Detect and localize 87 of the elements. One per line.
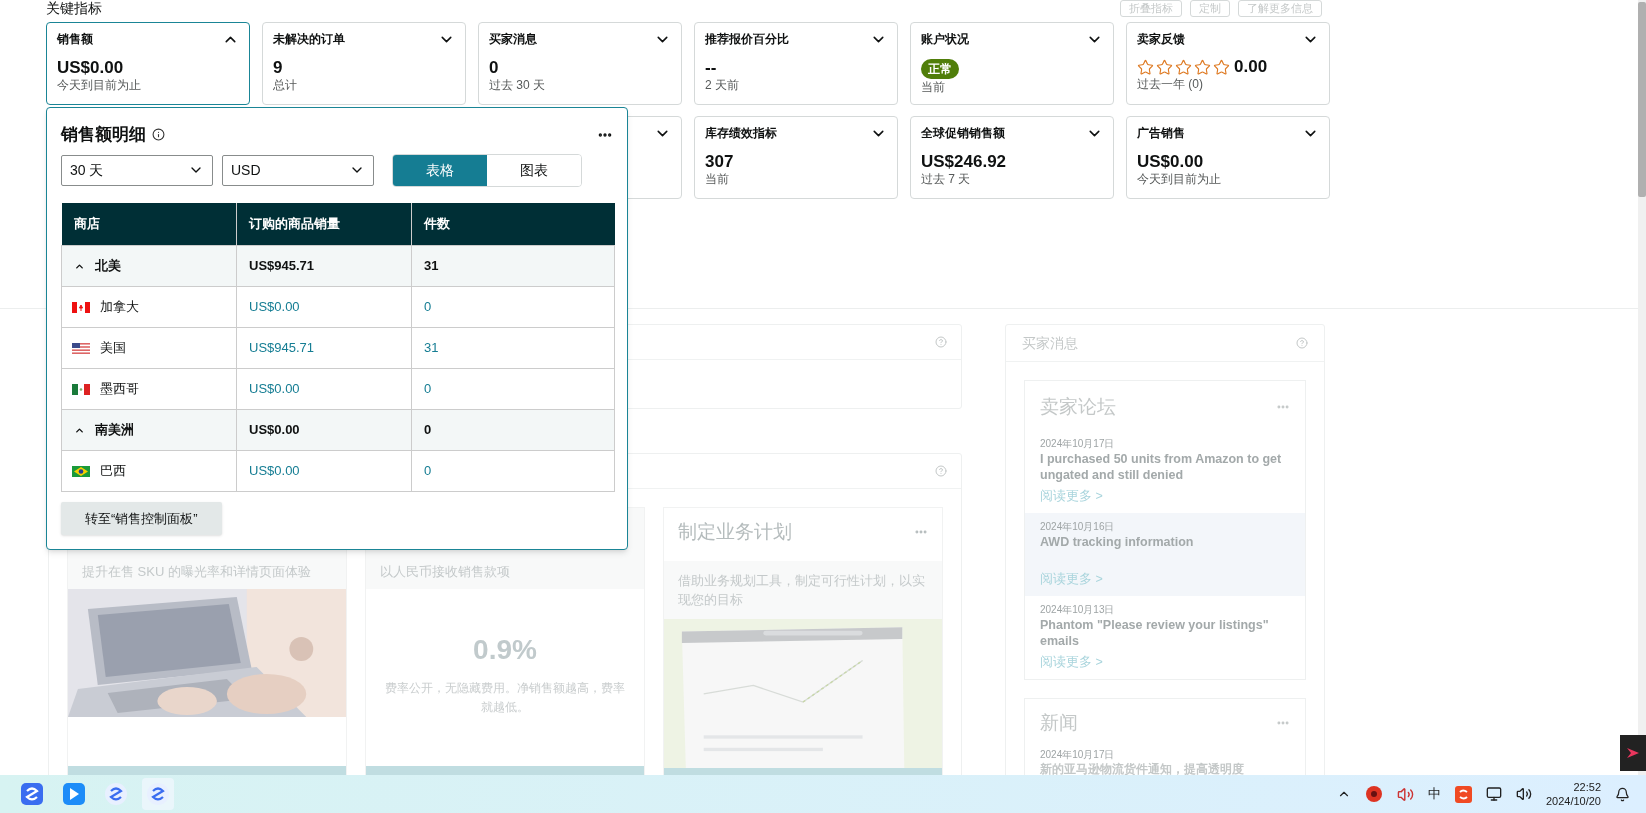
metric-title: 未解决的订单 <box>273 31 345 48</box>
metric-title: 销售额 <box>57 31 93 48</box>
units-cell: 31 <box>411 327 615 369</box>
input-method-indicator[interactable]: 中 <box>1427 784 1441 804</box>
metric-title: 推荐报价百分比 <box>705 31 789 48</box>
volume-icon[interactable] <box>1515 786 1532 802</box>
metric-value: US$0.00 <box>57 58 125 78</box>
store-name: 南美洲 <box>95 421 134 440</box>
store-name: 美国 <box>100 339 126 358</box>
metric-value: US$0.00 <box>1137 152 1205 172</box>
store-name: 加拿大 <box>100 298 139 317</box>
units-cell: 0 <box>411 286 615 328</box>
metric-value: -- <box>705 58 718 78</box>
store-name: 北美 <box>95 257 121 276</box>
metric-title: 库存绩效指标 <box>705 125 777 142</box>
metric-caption: 过去一年 (0) <box>1137 77 1204 92</box>
metric-caption: 2 天前 <box>705 78 740 93</box>
metric-title: 卖家反馈 <box>1137 31 1185 48</box>
metric-card[interactable]: 销售额 US$0.00 今天到目前为止 <box>46 22 250 105</box>
card-title: 制定业务计划 <box>678 520 792 544</box>
metric-caption: 当前 <box>921 80 946 95</box>
metric-card[interactable]: 全球促销销售额 US$246.92 过去 7 天 <box>910 116 1114 199</box>
status-badge: 正常 <box>921 59 959 79</box>
metric-caption: 过去 7 天 <box>921 172 972 187</box>
period-select[interactable]: 30 天 <box>61 154 213 186</box>
units-cell: 0 <box>411 450 615 492</box>
metric-card[interactable]: 库存绩效指标 307 当前 <box>694 116 898 199</box>
card-title: 新闻 <box>1040 710 1078 735</box>
tray-app-icon[interactable] <box>1364 785 1383 803</box>
post-date: 2024年10月16日 <box>1040 519 1116 534</box>
card-title: 卖家论坛 <box>1040 395 1116 419</box>
notification-icon[interactable] <box>1615 786 1630 802</box>
section-title: 关键指标 <box>46 0 102 16</box>
metric-value: 0.00 <box>1234 57 1268 77</box>
network-icon[interactable] <box>1485 786 1502 802</box>
post-title: I purchased 50 units from Amazon to get ungated and still denied <box>1040 450 1283 483</box>
metric-card[interactable]: 未解决的订单 9 总计 <box>262 22 466 105</box>
scrollbar[interactable] <box>1638 0 1646 775</box>
metric-caption: 今天到目前为止 <box>1137 172 1222 187</box>
metric-value: 9 <box>273 58 284 78</box>
clock[interactable]: 22:52 2024/10/20 <box>1545 780 1601 808</box>
units-cell: 0 <box>411 409 615 451</box>
floating-widget[interactable] <box>1620 735 1646 771</box>
column-header: 件数 <box>411 202 615 246</box>
column-header: 订购的商品销量 <box>236 202 412 246</box>
sales-cell: US$0.00 <box>236 409 412 451</box>
post-title: AWD tracking information <box>1040 533 1195 550</box>
view-tab[interactable]: 表格 <box>393 154 487 186</box>
metric-title: 买家消息 <box>489 31 537 48</box>
metric-value: 307 <box>705 152 735 172</box>
metric-caption: 总计 <box>273 78 298 93</box>
store-name: 墨西哥 <box>100 380 139 399</box>
units-cell: 31 <box>411 245 615 287</box>
column-header: 商店 <box>61 202 237 246</box>
sales-cell: US$0.00 <box>236 286 412 328</box>
metric-caption: 过去 30 天 <box>489 78 546 93</box>
metric-title: 全球促销销售额 <box>921 125 1005 142</box>
post-date: 2024年10月17日 <box>1040 748 1116 762</box>
metric-card[interactable]: 卖家反馈 0.00 过去一年 (0) <box>1126 22 1330 105</box>
info-icon[interactable] <box>152 128 165 142</box>
metric-card[interactable]: 推荐报价百分比 -- 2 天前 <box>694 22 898 105</box>
taskbar-app-icon[interactable] <box>142 778 174 810</box>
metric-value: US$246.92 <box>921 152 1008 172</box>
post-date: 2024年10月17日 <box>1040 436 1116 451</box>
metric-caption: 当前 <box>705 172 730 187</box>
sales-cell: US$0.00 <box>236 368 412 410</box>
post-title: Phantom "Please review your listings" emails <box>1040 616 1270 649</box>
units-cell: 0 <box>411 368 615 410</box>
sales-cell: US$945.71 <box>236 245 412 287</box>
metric-value: 0 <box>489 58 500 78</box>
metric-caption: 今天到目前为止 <box>57 78 142 93</box>
store-name: 巴西 <box>100 462 126 481</box>
metric-card[interactable]: 广告销售 US$0.00 今天到目前为止 <box>1126 116 1330 199</box>
sales-dashboard-button[interactable]: 转至“销售控制面板” <box>61 502 222 535</box>
metric-card[interactable]: 账户状况 正常 当前 <box>910 22 1114 105</box>
post-title: 新的亚马逊物流货件通知，提高透明度 <box>1040 762 1245 775</box>
metric-card[interactable]: 买家消息 0 过去 30 天 <box>478 22 682 105</box>
metric-title: 账户状况 <box>921 31 969 48</box>
rate-value: 0.9% <box>473 633 537 667</box>
speaker-icon[interactable] <box>1396 785 1414 803</box>
sales-cell: US$945.71 <box>236 327 412 369</box>
post-date: 2024年10月13日 <box>1040 602 1116 617</box>
currency-select[interactable]: USD <box>222 154 374 186</box>
popup-title: 销售额明细 <box>61 124 146 146</box>
panel-title: 买家消息 <box>1022 333 1078 353</box>
sales-cell: US$0.00 <box>236 450 412 492</box>
metric-title: 广告销售 <box>1137 125 1185 142</box>
